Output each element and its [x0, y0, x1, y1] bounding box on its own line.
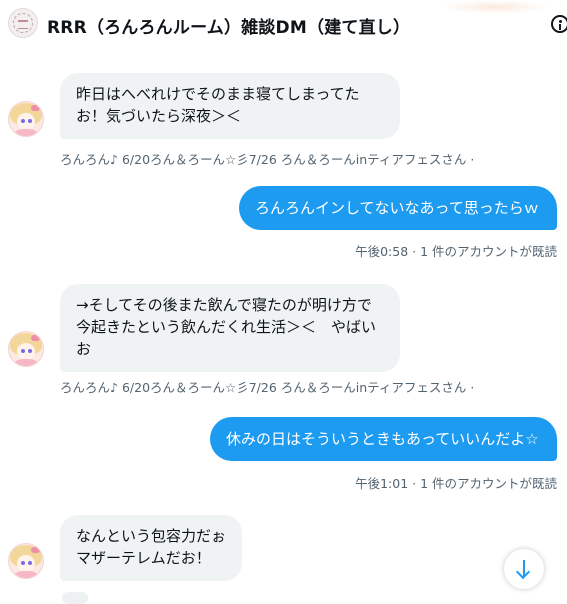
message-sender-name[interactable]: ろんろん♪ 6/20ろん＆ろーん☆彡7/26 ろん＆ろーんinティアフェスさん … [60, 377, 474, 396]
reaction-button[interactable] [62, 592, 88, 604]
group-avatar-mark [18, 20, 28, 29]
message-bubble-incoming[interactable]: 昨日はへべれけでそのまま寝てしまってた お！気づいたら深夜＞＜ [60, 73, 400, 139]
message-sender-name[interactable]: ろんろん♪ 6/20ろん＆ろーん☆彡7/26 ろん＆ろーんinティアフェスさん … [60, 149, 474, 168]
sender-avatar[interactable] [8, 543, 44, 579]
message-timestamp[interactable]: 午後1:01 · 1 件のアカウントが既読 [355, 473, 557, 492]
header-decoration [440, 0, 550, 14]
message-bubble-incoming[interactable]: なんという包容力だぉ マザーテレムだお！ [60, 515, 242, 581]
message-bubble-incoming[interactable]: →そしてその後また飲んで寝たのが明け方で 今起きたという飲んだくれ生活＞＜ やば… [60, 284, 400, 372]
sender-avatar[interactable] [8, 331, 44, 367]
sender-avatar[interactable] [8, 101, 44, 137]
conversation-header: RRR（ろんろんルーム）雑談DM（建て直し） [0, 0, 567, 52]
info-icon[interactable] [549, 15, 567, 33]
message-bubble-outgoing[interactable]: ろんろんインしてないなあって思ったらｗ [239, 186, 557, 230]
message-bubble-outgoing[interactable]: 休みの日はそういうときもあっていいんだよ☆ [210, 417, 557, 461]
group-avatar[interactable] [8, 8, 38, 38]
message-timestamp[interactable]: 午後0:58 · 1 件のアカウントが既読 [355, 241, 557, 260]
conversation-title[interactable]: RRR（ろんろんルーム）雑談DM（建て直し） [47, 13, 410, 38]
scroll-to-bottom-button[interactable] [504, 549, 544, 589]
